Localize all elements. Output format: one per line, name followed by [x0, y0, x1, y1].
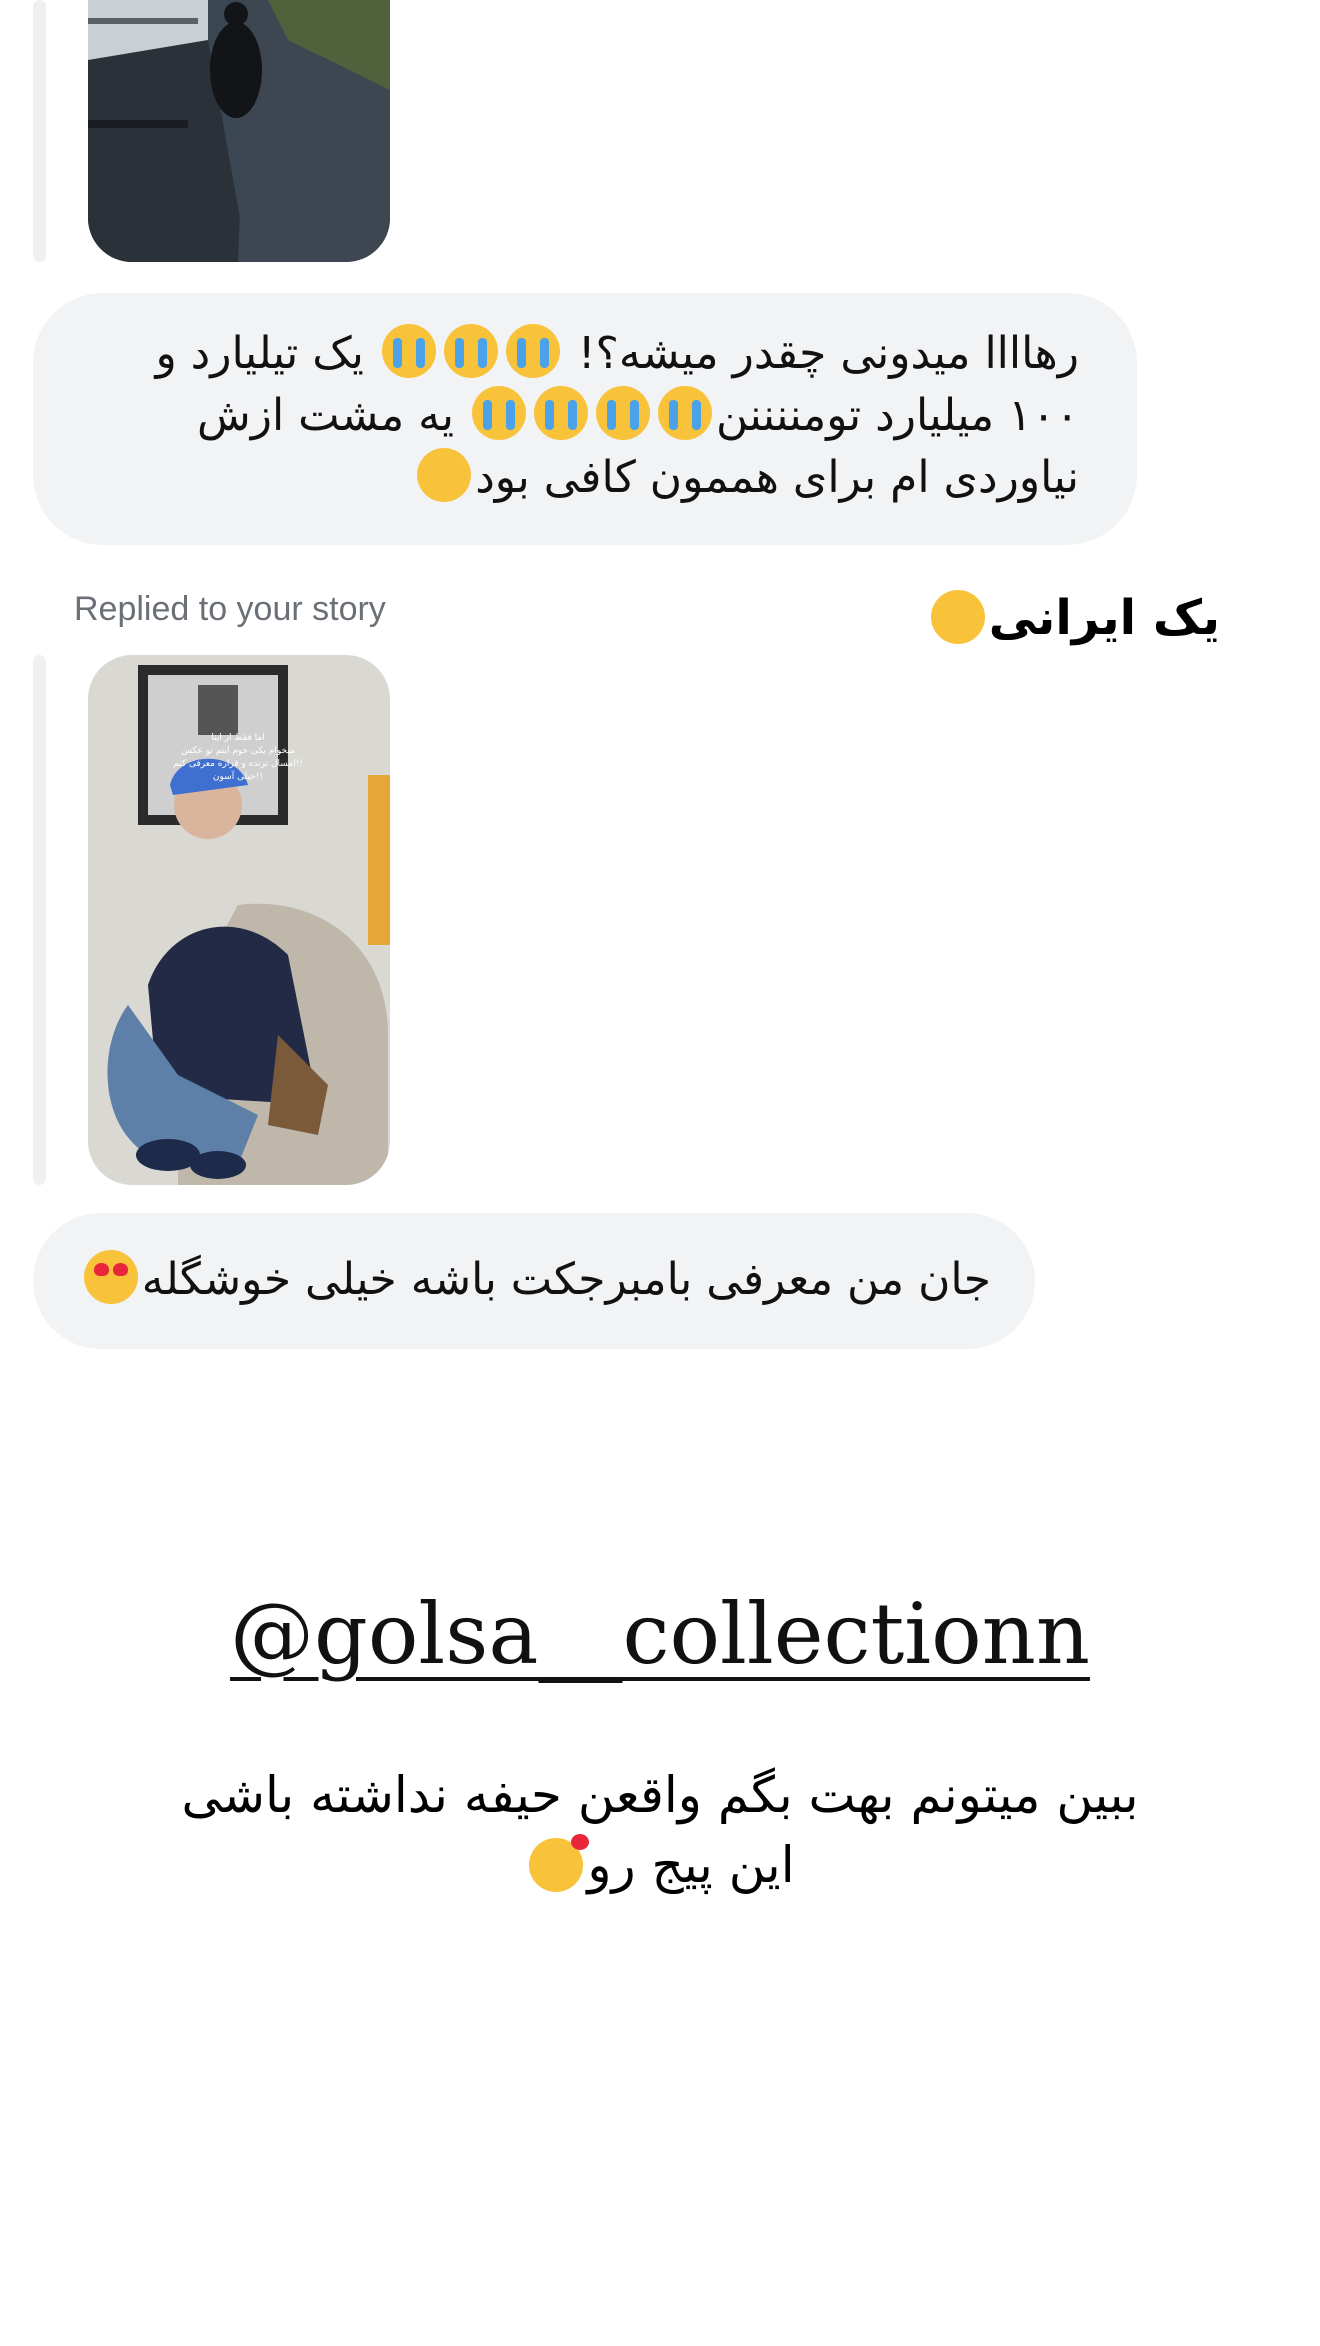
story-overlay-text-line: میخوام یکی خوم ابتم تو عکس — [181, 746, 295, 756]
face-with-tears-of-joy-icon — [930, 590, 985, 644]
story-thumbnail[interactable] — [88, 0, 390, 262]
story-overlay-text-line: خیلی آسون!! — [213, 770, 263, 782]
promo-caption: ببین میتونم بهت بگم واقعن حیفه نداشته با… — [160, 1760, 1160, 1900]
smiling-face-with-hearts-icon — [529, 1834, 590, 1892]
rolling-on-floor-laughing-icon — [408, 439, 481, 511]
account-handle-link[interactable]: @golsa__collectionn — [0, 1585, 1320, 1683]
message-bubble[interactable]: جان من معرفی بامبرجکت باشه خیلی خوشگله — [33, 1213, 1035, 1349]
story-image-portrait: اما فقط از اینا میخوام یکی خوم ابتم تو ع… — [88, 655, 390, 1185]
story-thumbnail[interactable]: اما فقط از اینا میخوام یکی خوم ابتم تو ع… — [88, 655, 390, 1185]
loudly-crying-face-icon — [505, 324, 560, 378]
story-overlay-text-line: اما فقط از اینا — [211, 733, 264, 743]
message-bubble[interactable]: رهاااا میدونی چقدر میشه؟! یک تیلیارد و ۱… — [33, 293, 1137, 545]
story-image-riverside — [88, 0, 390, 262]
smiling-face-with-heart-eyes-icon — [83, 1250, 138, 1304]
story-caption-text: یک ایرانی — [988, 590, 1220, 646]
replied-to-story-label: Replied to your story — [74, 590, 386, 628]
loudly-crying-face-icon — [658, 386, 713, 440]
story-quote-bar — [33, 0, 46, 262]
story-quote-bar — [33, 655, 46, 1185]
message-text: جان من معرفی بامبرجکت باشه خیلی خوشگله — [141, 1254, 991, 1305]
loudly-crying-face-icon — [596, 386, 651, 440]
story-caption: یک ایرانی — [927, 590, 1220, 646]
loudly-crying-face-icon — [534, 386, 589, 440]
message-text-part1: رهاااا میدونی چقدر میشه؟! — [577, 328, 1079, 379]
loudly-crying-face-icon — [472, 386, 527, 440]
story-overlay-text-line: امسال نرنده و قراره معرفی کنم!! — [173, 759, 303, 769]
promo-caption-text: ببین میتونم بهت بگم واقعن حیفه نداشته با… — [181, 1766, 1139, 1894]
loudly-crying-face-icon — [443, 324, 498, 378]
loudly-crying-face-icon — [381, 324, 436, 378]
